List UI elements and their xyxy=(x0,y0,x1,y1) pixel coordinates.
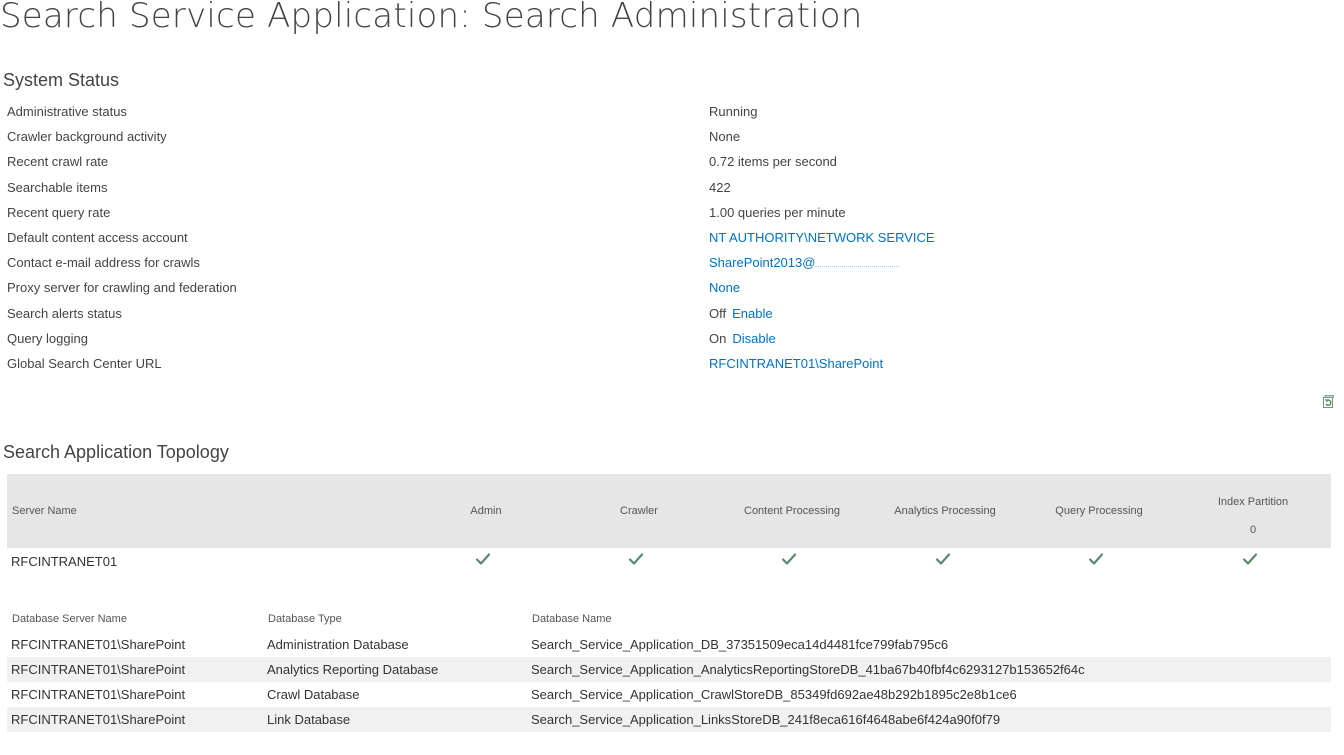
column-header-database-type: Database Type xyxy=(268,613,342,625)
status-row-crawler-background-activity: Crawler background activity None xyxy=(7,124,1007,149)
analytics-processing-check-icon xyxy=(935,553,951,565)
status-label: Recent query rate xyxy=(7,204,111,220)
refresh-icon[interactable] xyxy=(1323,395,1334,408)
database-type-cell: Crawl Database xyxy=(267,687,360,702)
database-row: RFCINTRANET01\SharePoint Analytics Repor… xyxy=(7,657,1331,682)
database-name-cell: Search_Service_Application_LinksStoreDB_… xyxy=(531,712,1001,727)
global-search-center-url-link[interactable]: RFCINTRANET01\SharePoint xyxy=(709,356,883,371)
contact-email-link[interactable]: SharePoint2013@ xyxy=(709,255,900,271)
disable-query-logging-link[interactable]: Disable xyxy=(732,331,775,346)
enable-search-alerts-link[interactable]: Enable xyxy=(732,306,772,321)
server-name-cell: RFCINTRANET01 xyxy=(11,554,118,569)
status-value: 422 xyxy=(709,179,731,195)
database-row: RFCINTRANET01\SharePoint Link Database S… xyxy=(7,707,1331,732)
index-partition-number: 0 xyxy=(1249,524,1257,536)
topology-server-row: RFCINTRANET01 xyxy=(7,548,1331,575)
status-value: None xyxy=(709,129,741,145)
database-type-cell: Link Database xyxy=(267,712,351,727)
column-header-database-name: Database Name xyxy=(532,613,612,625)
column-header-admin: Admin xyxy=(470,505,502,517)
status-row-proxy-server: Proxy server for crawling and federation… xyxy=(7,275,1007,300)
database-server-cell: RFCINTRANET01\SharePoint xyxy=(11,687,186,702)
status-label: Proxy server for crawling and federation xyxy=(7,280,237,296)
status-row-searchable-items: Searchable items 422 xyxy=(7,175,1007,200)
column-header-server-name: Server Name xyxy=(12,505,77,517)
database-name-cell: Search_Service_Application_CrawlStoreDB_… xyxy=(531,687,1017,702)
column-header-query-processing: Query Processing xyxy=(1055,505,1143,517)
index-partition-check-icon xyxy=(1242,553,1258,565)
proxy-server-link[interactable]: None xyxy=(709,280,740,295)
database-type-cell: Administration Database xyxy=(267,637,409,652)
contact-email-text: SharePoint2013@ xyxy=(709,255,816,271)
status-label: Global Search Center URL xyxy=(7,355,162,371)
status-row-search-alerts-status: Search alerts status Off Enable xyxy=(7,301,1007,326)
status-label: Searchable items xyxy=(7,179,108,195)
query-logging-state: On xyxy=(709,330,727,346)
topology-heading: Search Application Topology xyxy=(3,442,229,462)
topology-table-header: Server Name Admin Crawler Content Proces… xyxy=(7,474,1331,548)
status-value: 1.00 queries per minute xyxy=(709,204,846,220)
default-content-access-account-link[interactable]: NT AUTHORITY\NETWORK SERVICE xyxy=(709,230,935,245)
database-name-cell: Search_Service_Application_DB_37351509ec… xyxy=(531,637,949,652)
system-status-table: Administrative status Running Crawler ba… xyxy=(7,99,1007,376)
database-row: RFCINTRANET01\SharePoint Crawl Database … xyxy=(7,682,1331,707)
system-status-heading: System Status xyxy=(3,70,120,90)
status-label: Crawler background activity xyxy=(7,129,167,145)
status-label: Search alerts status xyxy=(7,305,122,321)
column-header-crawler: Crawler xyxy=(620,505,658,517)
database-row: RFCINTRANET01\SharePoint Administration … xyxy=(7,632,1331,657)
status-label: Recent crawl rate xyxy=(7,154,109,170)
database-server-cell: RFCINTRANET01\SharePoint xyxy=(11,662,186,677)
column-header-database-server-name: Database Server Name xyxy=(12,613,127,625)
search-alerts-state: Off xyxy=(709,305,727,321)
column-header-analytics-processing: Analytics Processing xyxy=(894,505,996,517)
column-header-index-partition: Index Partition xyxy=(1217,496,1289,508)
status-row-query-logging: Query logging On Disable xyxy=(7,326,1007,351)
status-value: Running xyxy=(709,104,758,119)
database-server-cell: RFCINTRANET01\SharePoint xyxy=(11,712,186,727)
status-row-contact-email: Contact e-mail address for crawls ShareP… xyxy=(7,250,1007,275)
redacted-email-domain xyxy=(815,264,900,268)
status-row-global-search-center-url: Global Search Center URL RFCINTRANET01\S… xyxy=(7,351,1007,376)
crawler-check-icon xyxy=(628,553,644,565)
database-server-cell: RFCINTRANET01\SharePoint xyxy=(11,637,186,652)
status-row-default-content-access-account: Default content access account NT AUTHOR… xyxy=(7,225,1007,250)
status-row-recent-crawl-rate: Recent crawl rate 0.72 items per second xyxy=(7,149,1007,174)
status-label: Administrative status xyxy=(7,104,127,119)
status-label: Contact e-mail address for crawls xyxy=(7,255,200,271)
database-type-cell: Analytics Reporting Database xyxy=(267,662,439,677)
status-row-administrative-status: Administrative status Running xyxy=(7,99,1007,124)
content-processing-check-icon xyxy=(781,553,797,565)
admin-check-icon xyxy=(475,553,491,565)
status-label: Default content access account xyxy=(7,229,188,245)
status-value: 0.72 items per second xyxy=(709,154,837,170)
column-header-content-processing: Content Processing xyxy=(744,505,840,517)
status-label: Query logging xyxy=(7,330,88,346)
query-processing-check-icon xyxy=(1088,553,1104,565)
database-name-cell: Search_Service_Application_AnalyticsRepo… xyxy=(531,662,1085,677)
page-title: Search Service Application: Search Admin… xyxy=(0,0,863,36)
status-row-recent-query-rate: Recent query rate 1.00 queries per minut… xyxy=(7,200,1007,225)
